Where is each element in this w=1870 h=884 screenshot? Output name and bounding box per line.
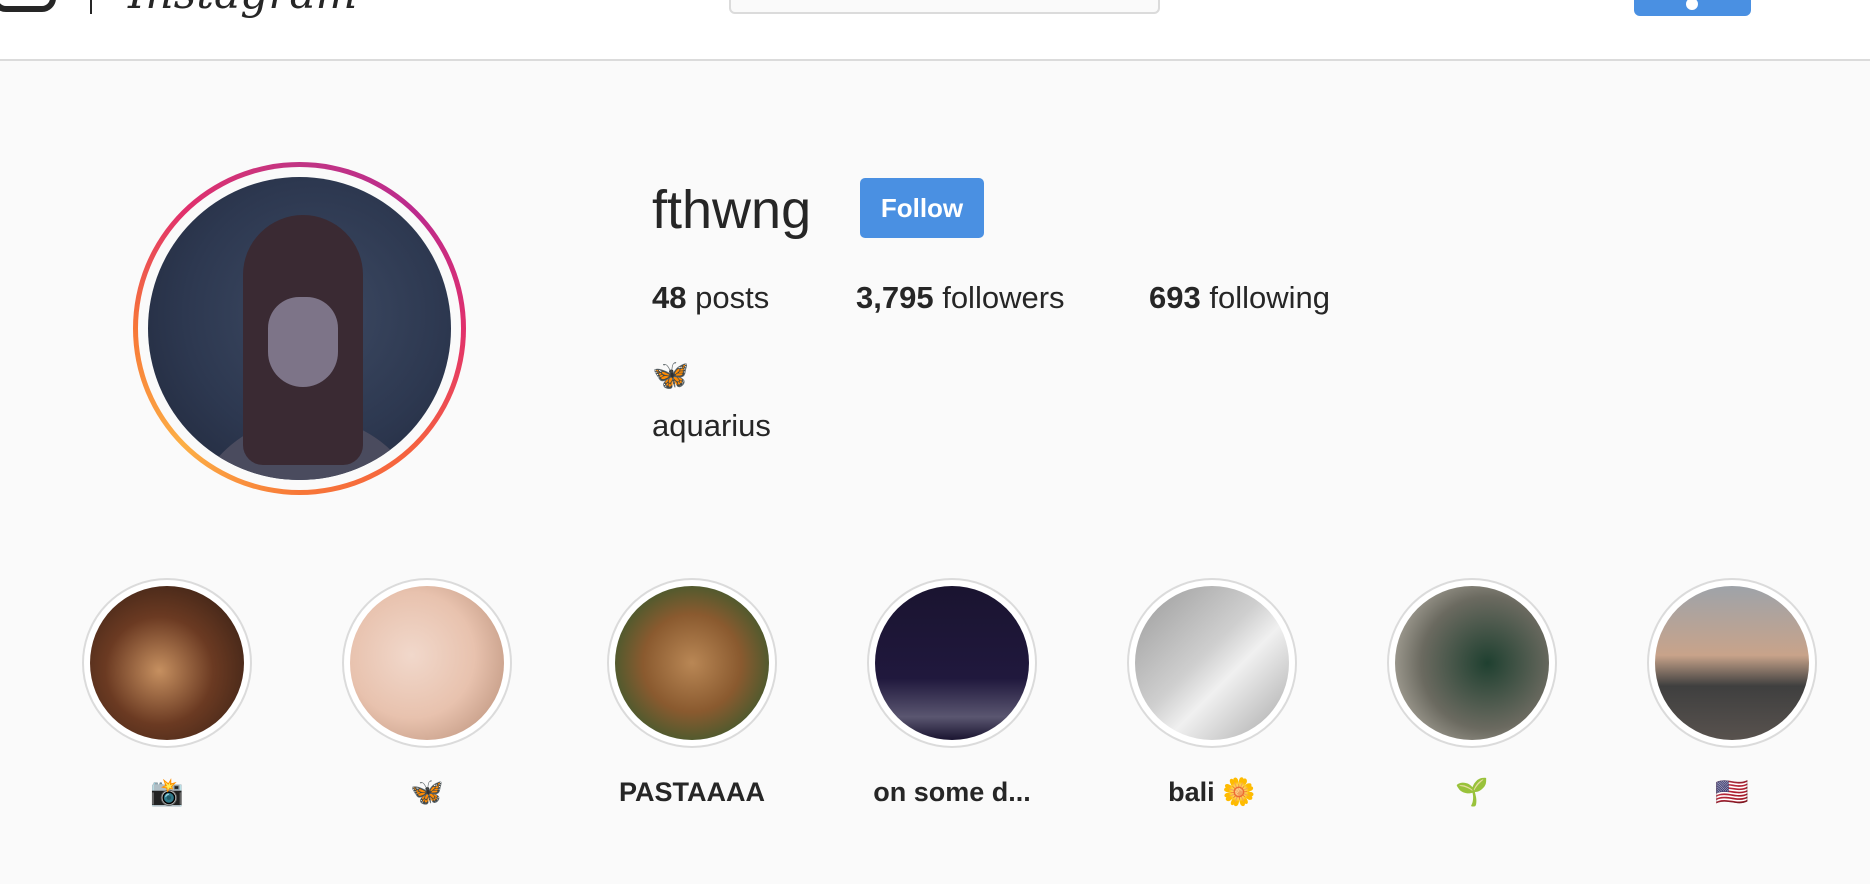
follow-button[interactable]: Follow <box>860 178 984 238</box>
profile-avatar <box>148 177 451 480</box>
highlight-cover-image <box>875 586 1029 740</box>
highlight-item[interactable]: bali 🌼 <box>1127 578 1297 810</box>
highlight-label: bali 🌼 <box>1168 777 1256 807</box>
bio-text: aquarius <box>652 408 771 443</box>
highlight-cover-image <box>1135 586 1289 740</box>
highlight-item[interactable]: 📸 <box>82 578 252 810</box>
highlight-label: on some d... <box>873 777 1031 807</box>
highlight-label: 📸 <box>150 777 184 807</box>
highlight-label: PASTAAAA <box>619 777 765 807</box>
highlight-cover-image <box>615 586 769 740</box>
highlight-cover-image <box>1395 586 1549 740</box>
logo-divider <box>90 0 92 14</box>
login-button[interactable] <box>1634 0 1751 16</box>
highlight-item[interactable]: on some d... <box>867 578 1037 810</box>
highlight-cover-image <box>1655 586 1809 740</box>
profile-username: fthwng <box>652 180 812 240</box>
highlight-label: 🦋 <box>410 777 444 807</box>
highlight-item[interactable]: PASTAAAA <box>607 578 777 810</box>
highlight-item[interactable]: 🦋 <box>342 578 512 810</box>
instagram-wordmark-logo[interactable]: Instagram <box>128 0 357 16</box>
instagram-camera-icon[interactable] <box>0 0 56 12</box>
profile-avatar-story-ring[interactable] <box>133 162 466 495</box>
top-navigation-bar: Instagram <box>0 0 1870 61</box>
search-input[interactable] <box>729 0 1160 14</box>
highlight-cover-image <box>90 586 244 740</box>
posts-count: 48 posts <box>652 280 770 315</box>
highlight-item[interactable]: 🇺🇸 <box>1647 578 1817 810</box>
following-link[interactable]: 693 following <box>1149 278 1330 318</box>
highlight-label: 🌱 <box>1455 777 1489 807</box>
highlight-label: 🇺🇸 <box>1715 777 1749 807</box>
highlight-item[interactable]: 🌱 <box>1387 578 1557 810</box>
highlight-cover-image <box>350 586 504 740</box>
followers-link[interactable]: 3,795 followers <box>856 278 1065 318</box>
bio-butterfly-emoji: 🦋 <box>652 359 690 392</box>
